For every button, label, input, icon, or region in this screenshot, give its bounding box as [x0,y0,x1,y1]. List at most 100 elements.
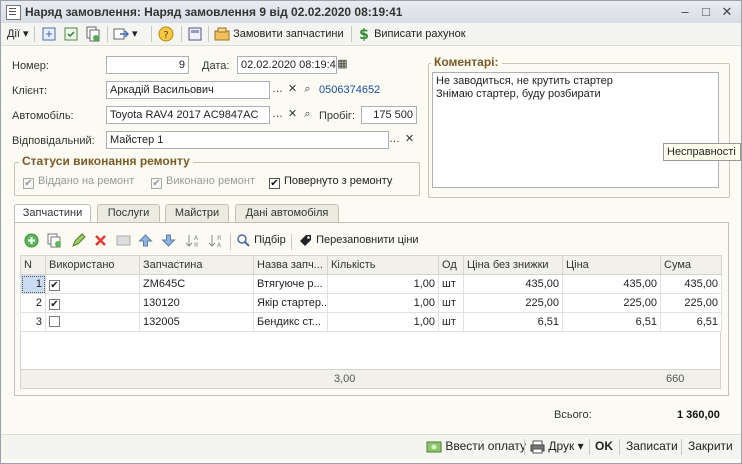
sort-desc-icon[interactable]: ЯA [208,231,223,249]
select-client-button[interactable]: … [270,81,285,99]
post-icon[interactable] [41,25,57,43]
save-button[interactable]: Записати [626,439,678,453]
price-cell[interactable]: 435,00 [562,274,661,294]
add-row-icon[interactable] [24,231,39,249]
copy-row-icon[interactable] [47,231,62,249]
column-header[interactable]: N [20,255,46,275]
qty-cell[interactable]: 1,00 [327,274,439,294]
qty-cell[interactable]: 1,00 [327,312,439,332]
price-cell[interactable]: 6,51 [562,312,661,332]
total-qty: 3,00 [334,373,356,385]
pick-button[interactable]: Підбір [236,231,286,249]
responsible-field[interactable]: Майстер 1 [106,131,389,149]
car-field[interactable]: Toyota RAV4 2017 AC9847AC [106,106,270,124]
clear-responsible-icon[interactable]: ✕ [402,131,417,149]
table-row[interactable]: 1 ✔ ZM645C Втягуюче р... 1,00 шт 435,00 … [20,274,722,294]
save-doc-icon[interactable] [63,25,79,43]
enter-payment-button[interactable]: Ввести оплату [426,439,526,453]
open-client-icon[interactable]: ⌕ [300,81,315,99]
qty-cell[interactable]: 1,00 [327,293,439,313]
used-cell[interactable]: ✔ [45,274,140,294]
part-name-cell[interactable]: Якір стартер... [253,293,328,313]
tab-parts[interactable]: Запчастини [14,204,91,223]
price-no-discount-cell[interactable]: 225,00 [463,293,563,313]
refill-prices-button[interactable]: Перезаповнити ціни [298,231,419,249]
column-header[interactable]: Сума [660,255,722,275]
part-cell[interactable]: ZM645C [139,274,254,294]
column-header[interactable]: Од [438,255,464,275]
tab-masters[interactable]: Майстри [165,204,229,222]
sort-asc-icon[interactable]: AЯ [185,231,200,249]
date-field[interactable]: 02.02.2020 08:19:4 [237,56,337,74]
part-name-cell[interactable]: Бендикс ст... [253,312,328,332]
print-menu-button[interactable]: Друк ▾ [530,439,584,454]
client-field[interactable]: Аркадій Васильович [106,81,270,99]
unit-cell[interactable]: шт [438,293,464,313]
end-edit-icon[interactable] [116,231,131,249]
price-cell[interactable]: 225,00 [562,293,661,313]
used-checkbox[interactable] [49,316,60,327]
done-checkbox[interactable]: ✔ Виконано ремонт [151,175,255,189]
table-row[interactable]: 3 132005 Бендикс ст... 1,00 шт 6,51 6,51… [20,312,722,332]
calendar-icon[interactable]: ▦ [335,56,350,74]
number-label: Номер: [12,60,49,72]
ok-button[interactable]: OK [595,439,613,453]
close-icon[interactable]: ✕ [719,4,735,20]
edit-row-icon[interactable] [71,231,86,249]
price-no-discount-cell[interactable]: 6,51 [463,312,563,332]
order-parts-button[interactable]: Замовити запчастини [214,25,344,43]
calc-icon[interactable] [187,25,203,43]
given-checkbox[interactable]: ✔ Віддано на ремонт [23,175,134,189]
returned-checkbox[interactable]: ✔ Повернуто з ремонту [269,175,392,189]
used-cell[interactable]: ✔ [45,293,140,313]
comment-line-1: Не заводиться, не крутить стартер [436,75,613,87]
part-cell[interactable]: 130120 [139,293,254,313]
column-header[interactable]: Ціна [562,255,661,275]
part-name-cell[interactable]: Втягуюче р... [253,274,328,294]
number-field[interactable]: 9 [106,56,189,74]
actions-menu-button[interactable]: Дії ▾ [7,25,29,43]
open-car-icon[interactable]: ⌕ [300,106,315,124]
sum-cell[interactable]: 435,00 [660,274,722,294]
help-icon[interactable]: ? [158,25,174,43]
used-checkbox[interactable]: ✔ [49,299,60,310]
copy-doc-icon[interactable] [85,25,101,43]
price-no-discount-cell[interactable]: 435,00 [463,274,563,294]
unit-cell[interactable]: шт [438,312,464,332]
column-header[interactable]: Запчастина [139,255,254,275]
table-row[interactable]: 2 ✔ 130120 Якір стартер... 1,00 шт 225,0… [20,293,722,313]
used-cell[interactable] [45,312,140,332]
move-up-icon[interactable] [138,231,153,249]
column-header[interactable]: Використано [45,255,140,275]
table-empty-area[interactable] [20,332,721,369]
sum-cell[interactable]: 6,51 [660,312,722,332]
column-header[interactable]: Назва запч... [253,255,328,275]
row-number[interactable]: 3 [20,312,46,332]
row-number[interactable]: 2 [20,293,46,313]
done-checkbox-box: ✔ [151,178,162,189]
tab-services[interactable]: Послуги [97,204,160,222]
maximize-icon[interactable]: □ [698,4,714,20]
clear-car-icon[interactable]: ✕ [285,106,300,124]
unit-cell[interactable]: шт [438,274,464,294]
go-to-menu-button[interactable]: ▾ [113,25,138,43]
select-car-button[interactable]: … [270,106,285,124]
select-responsible-button[interactable]: … [387,131,402,149]
column-header[interactable]: Кількість [327,255,439,275]
part-cell[interactable]: 132005 [139,312,254,332]
used-checkbox[interactable]: ✔ [49,280,60,291]
client-phone-link[interactable]: 0506374652 [319,84,380,96]
close-button[interactable]: Закрити [688,439,733,453]
issue-invoice-button[interactable]: $ Виписати рахунок [357,25,466,43]
minimize-icon[interactable]: – [677,4,693,20]
move-down-icon[interactable] [161,231,176,249]
tab-car-data[interactable]: Дані автомобіля [235,204,339,222]
delete-row-icon[interactable] [93,231,108,249]
column-header[interactable]: Ціна без знижки [463,255,563,275]
mileage-field[interactable]: 175 500 [361,106,417,124]
comment-textarea[interactable]: Не заводиться, не крутить стартер Знімаю… [432,72,719,188]
sum-cell[interactable]: 225,00 [660,293,722,313]
clear-client-icon[interactable]: ✕ [285,81,300,99]
issue-invoice-label: Виписати рахунок [374,28,466,40]
row-number[interactable]: 1 [20,274,46,294]
